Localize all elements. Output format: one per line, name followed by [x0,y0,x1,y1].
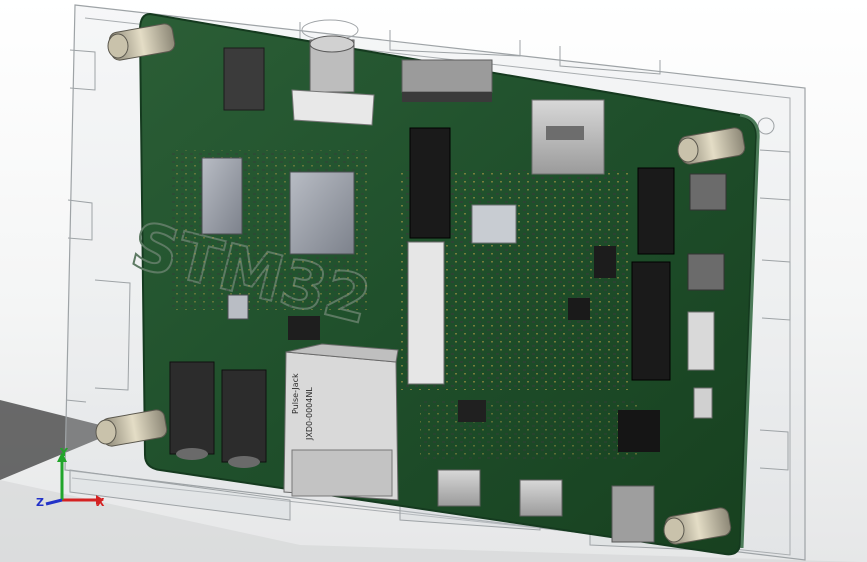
y-axis-label: Y [59,446,69,459]
fpc-connector [401,59,493,102]
ram-chip [201,157,243,235]
dip-switch [687,311,715,371]
header-middle-long [409,127,451,239]
rj45-label-line1: Pulse-Jack [291,373,300,414]
usb-port-left [437,469,481,507]
bga-chip [618,410,660,452]
ic-dark [458,400,486,422]
header-right-top [637,167,675,255]
z-axis-label: Z [36,496,44,509]
audio-jack-left [169,361,215,455]
rj45-connector: Pulse-Jack JXD0-0004NL [283,343,399,501]
sd-card-slot [531,99,605,175]
usb-port-large [611,485,655,543]
reset-button [689,173,727,211]
crystal [594,246,616,278]
lcd-connector [407,241,445,385]
audio-jack-right [221,369,267,463]
mcu-chip [289,171,355,255]
header-top-left [223,47,265,111]
header-right-bottom [631,261,671,381]
x-axis-label: X [96,496,105,509]
rj45-label-line2: JXD0-0004NL [305,387,314,441]
flash-chip [471,204,517,244]
cad-scene[interactable]: STM32 Pulse-Jack JXD0-0004NL X Y Z [0,0,867,562]
user-button [687,253,725,291]
small-ic [227,294,249,320]
usb-port-right [519,479,563,517]
jumper-header [693,387,713,419]
cad-viewport[interactable]: STM32 Pulse-Jack JXD0-0004NL X Y Z [0,0,867,562]
regulator-ic [288,316,320,340]
qfn-ic [568,298,590,320]
